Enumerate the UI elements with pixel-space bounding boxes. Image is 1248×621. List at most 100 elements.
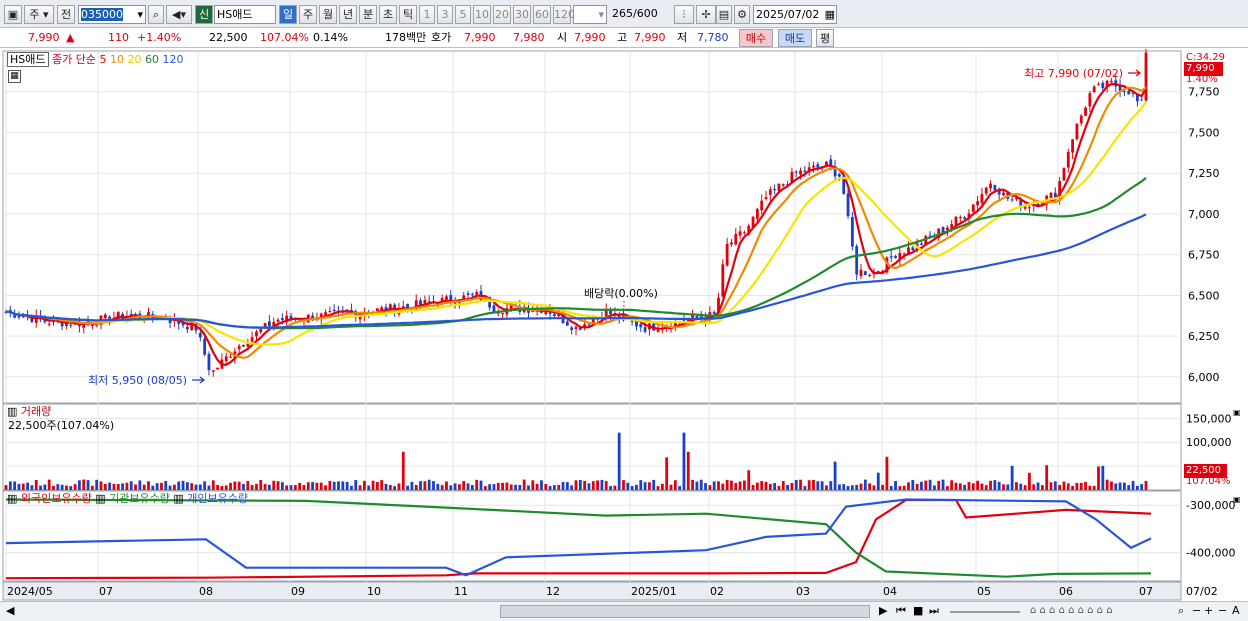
volume-bar (445, 481, 448, 490)
ask-price: 7,990 (464, 31, 496, 44)
save-icon[interactable]: ▤ (716, 5, 732, 24)
tab-day[interactable]: 일 (279, 5, 297, 24)
candle (198, 333, 202, 338)
volume-bar (850, 485, 854, 490)
volume-bar (686, 451, 690, 490)
interval-20[interactable]: 20 (493, 5, 511, 24)
volume-bar (47, 479, 51, 490)
last-pct-tag: 1.40% (1186, 74, 1218, 85)
sound-icon[interactable]: ◀▾ (166, 5, 192, 24)
volume-bar (617, 432, 621, 490)
candle-icon[interactable]: ⫶ (674, 5, 694, 24)
zoom-reset-icon[interactable]: − (1218, 604, 1227, 618)
font-size-icon[interactable]: A (1232, 604, 1240, 618)
volume-bar (1135, 485, 1139, 490)
volume-bar (971, 483, 975, 490)
interval-120[interactable]: 120 (553, 5, 575, 24)
table-icon[interactable]: ▦ (8, 70, 21, 83)
tab-minute[interactable]: 분 (359, 5, 377, 24)
x-axis-label: 02 (710, 585, 724, 598)
interval-10[interactable]: 10 (473, 5, 491, 24)
zoom-in-icon[interactable]: + (1204, 604, 1213, 618)
volume-bar (475, 479, 479, 490)
close-icon[interactable]: ▣ (1233, 406, 1241, 420)
period-type-select[interactable]: 주 ▾ (24, 5, 54, 24)
volume-bar (350, 485, 353, 490)
interval-3[interactable]: 3 (437, 5, 453, 24)
volume-bar (565, 482, 569, 490)
tab-month[interactable]: 월 (319, 5, 337, 24)
calendar-icon[interactable]: ▦ (825, 6, 835, 23)
volume-bar (734, 482, 738, 490)
candle (470, 294, 474, 296)
stock-name-field[interactable]: HS애드 (214, 5, 276, 24)
interval-60[interactable]: 60 (533, 5, 551, 24)
volume-bar (967, 482, 971, 490)
stock-code-input[interactable]: 035000 ▾ (78, 5, 146, 24)
horizontal-scrollbar[interactable] (500, 605, 870, 618)
volume-bar (950, 480, 954, 490)
eval-button[interactable]: 평 (816, 29, 834, 47)
crosshair-icon[interactable]: ✢ (696, 5, 716, 24)
candle (1110, 80, 1113, 83)
volume-bar (328, 480, 332, 490)
volume-bar (427, 479, 431, 490)
volume-bar (78, 480, 81, 490)
zoom-slider[interactable] (950, 611, 1020, 613)
scroll-left-icon[interactable]: ◀ (6, 604, 14, 618)
volume-bar (561, 481, 565, 490)
volume-bar (73, 484, 77, 490)
volume-bar (52, 485, 55, 490)
zoom-icon[interactable]: ⌕ (1178, 604, 1184, 618)
sell-button[interactable]: 매도 (778, 29, 812, 47)
drawing-tools-icon[interactable]: ⌂ ⌂ ⌂ ⌂ ⌂ ⌂ ⌂ ⌂ ⌂ (1030, 604, 1113, 618)
x-axis-label: 07 (1139, 585, 1153, 598)
interval-5[interactable]: 5 (455, 5, 471, 24)
volume-bar (695, 481, 699, 490)
candle (1092, 86, 1096, 93)
interval-select[interactable]: ▾ (573, 5, 607, 24)
volume-bar (669, 484, 673, 490)
candle (21, 316, 25, 318)
stop-icon[interactable]: ■ (913, 604, 923, 618)
volume-y-tick: 100,000 (1186, 436, 1232, 449)
volume-bar (470, 485, 474, 490)
main-toolbar: ▣ 주 ▾ 전 035000 ▾ ⌕ ◀▾ 신 HS애드 일 주 월 년 분 초 … (0, 0, 1248, 28)
volume-bar (401, 451, 405, 490)
tab-week[interactable]: 주 (299, 5, 317, 24)
first-page-icon[interactable]: ⏮ (896, 604, 906, 618)
volume-bar (820, 481, 824, 490)
chart-canvas[interactable]: 7,750 7,500 7,250 7,000 6,750 6,500 6,250 6,000… (0, 49, 1248, 601)
zoom-out-icon[interactable]: − (1192, 604, 1201, 618)
count-field[interactable]: 265/600 (610, 5, 668, 24)
tab-tick[interactable]: 틱 (399, 5, 417, 24)
scroll-right-icon[interactable]: ▶ (879, 604, 887, 618)
stock-tag[interactable]: HS애드 (7, 52, 49, 67)
interval-30[interactable]: 30 (513, 5, 531, 24)
buy-button[interactable]: 매수 (739, 29, 773, 47)
candle (799, 170, 802, 175)
candle (984, 187, 988, 194)
volume-bar (26, 482, 29, 490)
close-icon[interactable]: ▣ (1233, 493, 1241, 507)
candle (781, 184, 785, 186)
volume-bar (358, 485, 362, 490)
window-menu-icon[interactable]: ▣ (4, 5, 22, 24)
prev-button[interactable]: 전 (57, 5, 75, 24)
volume-bar (816, 481, 820, 490)
volume-bar (138, 480, 142, 490)
candle (773, 189, 777, 191)
tab-second[interactable]: 초 (379, 5, 397, 24)
date-field[interactable]: 2025/07/02 ▦ (753, 5, 837, 24)
volume-bar (1053, 481, 1057, 490)
volume-bar (198, 484, 202, 490)
search-icon[interactable]: ⌕ (148, 5, 164, 24)
volume-bar (872, 485, 876, 490)
interval-1[interactable]: 1 (419, 5, 435, 24)
gear-icon[interactable]: ⚙ (734, 5, 750, 24)
volume-bar (345, 481, 349, 490)
last-page-icon[interactable]: ⏭ (929, 604, 939, 618)
chevron-down-icon[interactable]: ▾ (137, 6, 143, 23)
tab-year[interactable]: 년 (339, 5, 357, 24)
volume-bar (570, 485, 574, 490)
